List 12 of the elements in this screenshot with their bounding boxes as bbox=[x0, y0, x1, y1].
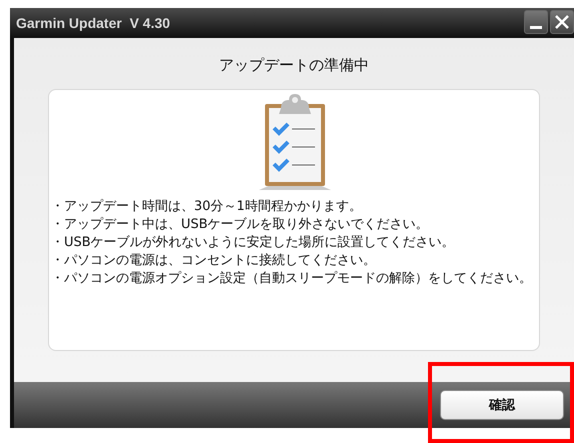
minimize-button[interactable] bbox=[524, 10, 548, 34]
close-button[interactable] bbox=[550, 10, 574, 34]
window-title: Garmin Updater V 4.30 bbox=[16, 15, 170, 31]
instruction-text: ・アップデート中は、USBケーブルを取り外さないでください。 bbox=[51, 216, 430, 234]
close-icon bbox=[555, 15, 569, 29]
instruction-text: ・アップデート時間は、30分～1時間程かかります。 bbox=[51, 198, 363, 216]
instruction-text: ・USBケーブルが外れないように安定した場所に設置してください。 bbox=[51, 234, 456, 252]
instruction-text: ・パソコンの電源オプション設定（自動スリープモードの解除）をしてください。 bbox=[51, 270, 533, 288]
minimize-icon bbox=[530, 26, 542, 28]
confirm-button[interactable]: 確認 bbox=[440, 390, 564, 420]
instruction-text: ・パソコンの電源は、コンセントに接続してください。 bbox=[51, 252, 377, 270]
dialog-heading: アップデートの準備中 bbox=[219, 56, 369, 75]
